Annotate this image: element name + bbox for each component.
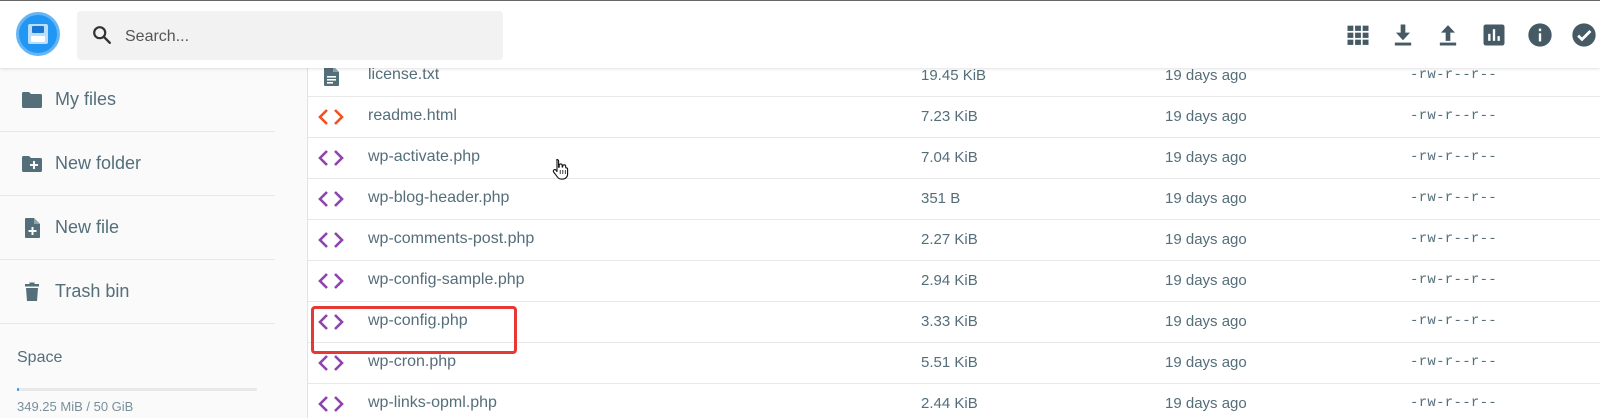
file-size: 19.45 KiB: [921, 68, 987, 84]
text-file-icon: [318, 68, 344, 88]
disk-usage-button[interactable]: [1480, 21, 1508, 49]
file-size: 351 B: [921, 190, 961, 207]
search-input[interactable]: [123, 11, 487, 62]
file-row[interactable]: wp-comments-post.php 2.27 KiB 19 days ag…: [308, 220, 1600, 261]
file-row[interactable]: wp-links-opml.php 2.44 KiB 19 days ago -…: [308, 384, 1600, 418]
sidebar-item-label: My files: [55, 89, 117, 109]
space-progress-fill: [17, 388, 19, 391]
sidebar-item-my-files[interactable]: My files: [0, 68, 275, 132]
file-size: 5.51 KiB: [921, 354, 978, 371]
select-multiple-button[interactable]: [1570, 21, 1598, 49]
file-modified: 19 days ago: [1165, 190, 1247, 207]
new-file-icon: [20, 216, 44, 240]
top-bar: [0, 0, 1600, 68]
grid-view-button[interactable]: [1344, 21, 1372, 49]
download-button[interactable]: [1389, 21, 1417, 49]
html-code-icon: [318, 105, 344, 129]
file-name: license.txt: [368, 68, 440, 83]
upload-icon: [1434, 21, 1462, 49]
php-code-icon: [318, 392, 344, 416]
file-permissions: -rw-r--r--: [1410, 272, 1498, 288]
file-name: wp-activate.php: [368, 148, 481, 165]
file-row[interactable]: license.txt 19.45 KiB 19 days ago -rw-r-…: [308, 68, 1600, 97]
file-name: readme.html: [368, 107, 457, 124]
file-name: wp-links-opml.php: [368, 394, 497, 411]
file-modified: 19 days ago: [1165, 149, 1247, 166]
file-name: wp-comments-post.php: [368, 230, 535, 247]
file-size: 7.04 KiB: [921, 149, 978, 166]
download-icon: [1389, 21, 1417, 49]
trash-icon: [20, 280, 44, 304]
file-name: wp-config-sample.php: [368, 271, 525, 288]
file-size: 3.33 KiB: [921, 313, 978, 330]
info-icon: [1526, 21, 1554, 49]
file-row[interactable]: wp-blog-header.php 351 B 19 days ago -rw…: [308, 179, 1600, 220]
sidebar-item-label: Trash bin: [55, 281, 130, 301]
file-row[interactable]: readme.html 7.23 KiB 19 days ago -rw-r--…: [308, 97, 1600, 138]
file-size: 7.23 KiB: [921, 108, 978, 125]
php-code-icon: [318, 146, 344, 170]
sidebar-item-label: New folder: [55, 153, 142, 173]
file-modified: 19 days ago: [1165, 108, 1247, 125]
file-list: license.txt 19.45 KiB 19 days ago -rw-r-…: [307, 68, 1600, 418]
file-permissions: -rw-r--r--: [1410, 354, 1498, 370]
file-name: wp-blog-header.php: [368, 189, 510, 206]
file-modified: 19 days ago: [1165, 231, 1247, 248]
file-permissions: -rw-r--r--: [1410, 395, 1498, 411]
hand-pointer-cursor-icon: [552, 158, 570, 180]
search-icon: [91, 24, 113, 46]
new-folder-icon: [20, 152, 44, 176]
folder-icon: [20, 88, 44, 112]
file-size: 2.94 KiB: [921, 272, 978, 289]
file-modified: 19 days ago: [1165, 272, 1247, 289]
sidebar-item-trash-bin[interactable]: Trash bin: [0, 260, 275, 324]
grid-view-icon: [1344, 21, 1372, 49]
sidebar: My files New folder New file Trash bin S…: [0, 68, 275, 418]
php-code-icon: [318, 269, 344, 293]
file-modified: 19 days ago: [1165, 395, 1247, 412]
info-button[interactable]: [1526, 21, 1554, 49]
sidebar-item-label: New file: [55, 217, 120, 237]
check-circle-icon: [1570, 21, 1598, 49]
sidebar-item-new-folder[interactable]: New folder: [0, 132, 275, 196]
space-label: Space: [17, 349, 63, 366]
file-permissions: -rw-r--r--: [1410, 68, 1498, 83]
file-permissions: -rw-r--r--: [1410, 108, 1498, 124]
bar-chart-icon: [1480, 21, 1508, 49]
file-permissions: -rw-r--r--: [1410, 231, 1498, 247]
php-code-icon: [318, 228, 344, 252]
file-row[interactable]: wp-config-sample.php 2.94 KiB 19 days ag…: [308, 261, 1600, 302]
file-permissions: -rw-r--r--: [1410, 313, 1498, 329]
sidebar-item-new-file[interactable]: New file: [0, 196, 275, 260]
app-logo[interactable]: [16, 12, 60, 56]
file-size: 2.27 KiB: [921, 231, 978, 248]
upload-button[interactable]: [1434, 21, 1462, 49]
file-row[interactable]: wp-activate.php 7.04 KiB 19 days ago -rw…: [308, 138, 1600, 179]
file-permissions: -rw-r--r--: [1410, 190, 1498, 206]
file-modified: 19 days ago: [1165, 354, 1247, 371]
space-usage-text: 349.25 MiB / 50 GiB: [17, 399, 134, 414]
selection-highlight-box: [311, 306, 517, 354]
search-box[interactable]: [77, 11, 503, 62]
file-permissions: -rw-r--r--: [1410, 149, 1498, 165]
file-name: wp-cron.php: [368, 353, 457, 370]
file-modified: 19 days ago: [1165, 68, 1247, 84]
php-code-icon: [318, 351, 344, 375]
php-code-icon: [318, 187, 344, 211]
floppy-disk-icon: [28, 24, 48, 44]
file-size: 2.44 KiB: [921, 395, 978, 412]
space-progress-bar: [17, 388, 257, 391]
file-modified: 19 days ago: [1165, 313, 1247, 330]
